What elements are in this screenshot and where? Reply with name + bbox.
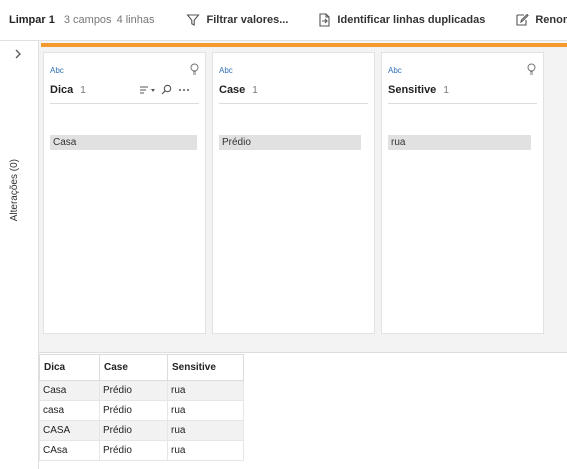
value-bar[interactable]: rua [388,135,531,150]
field-count: 1 [80,85,86,96]
chevron-right-icon[interactable] [14,49,22,59]
filter-icon [186,14,201,26]
table-row: CAsa Prédio rua [39,440,244,461]
card-divider [50,103,199,104]
table-cell[interactable]: rua [167,380,244,401]
field-name-text: Case [219,84,246,96]
step-title: Limpar 1 [9,14,55,26]
rows-count: 4 linhas [116,14,155,26]
field-header-tools [139,84,196,95]
field-name-text: Sensitive [388,84,437,96]
grid-header-row: Dica Case Sensitive [39,354,244,381]
profile-card-dica[interactable]: Abc Dica 1 Casa [43,52,206,334]
toolbar: Limpar 1 3 campos 4 linhas Filtrar valor… [0,0,567,41]
identify-duplicates-button[interactable]: Identificar linhas duplicadas [318,13,485,27]
value-bar[interactable]: Prédio [219,135,361,150]
rename-icon [516,13,530,26]
table-row: CASA Prédio rua [39,420,244,441]
table-cell[interactable]: CAsa [39,440,100,461]
value-bar[interactable]: Casa [50,135,197,150]
table-cell[interactable]: Prédio [99,380,168,401]
data-type-label[interactable]: Abc [219,66,233,75]
profile-card-case[interactable]: Abc Case 1 Prédio [212,52,375,334]
duplicate-rows-icon [319,13,330,27]
filter-values-label: Filtrar valores... [206,14,289,26]
profile-card-sensitive[interactable]: Abc Sensitive 1 rua [381,52,544,334]
sort-icon[interactable] [139,85,155,95]
card-divider [388,103,537,104]
field-count: 1 [252,85,258,96]
column-header[interactable]: Case [99,354,168,381]
clean-step-window: Limpar 1 3 campos 4 linhas Filtrar valor… [0,0,567,469]
field-name-text: Dica [50,84,74,96]
rename-fields-button[interactable]: Renomear campos [515,13,567,27]
changes-panel: Alterações (0) [0,41,39,469]
table-cell[interactable]: Casa [39,380,100,401]
recommendation-bulb-icon[interactable] [190,63,199,76]
changes-label[interactable]: Alterações (0) [9,159,20,221]
field-name[interactable]: Sensitive 1 [388,84,449,96]
table-cell[interactable]: CASA [39,420,100,441]
data-type-label[interactable]: Abc [50,66,64,75]
fields-count: 3 campos [63,14,112,26]
data-grid-pane: Dica Case Sensitive Casa Prédio rua casa… [39,352,567,469]
column-header[interactable]: Dica [39,354,100,381]
field-count: 1 [443,85,449,96]
table-cell[interactable]: Prédio [99,400,168,421]
table-cell[interactable]: casa [39,400,100,421]
table-cell[interactable]: Prédio [99,440,168,461]
table-cell[interactable]: rua [167,400,244,421]
filter-values-button[interactable]: Filtrar valores... [186,13,288,27]
identify-duplicates-label: Identificar linhas duplicadas [337,14,486,26]
field-name[interactable]: Case 1 [219,84,258,96]
table-cell[interactable]: rua [167,440,244,461]
search-icon[interactable] [161,84,172,95]
table-row: casa Prédio rua [39,400,244,421]
data-grid: Dica Case Sensitive Casa Prédio rua casa… [39,354,244,461]
rename-fields-label: Renomear campos [535,14,567,26]
table-cell[interactable]: rua [167,420,244,441]
field-name[interactable]: Dica 1 [50,84,86,96]
recommendation-bulb-icon[interactable] [527,63,536,76]
column-header[interactable]: Sensitive [167,354,244,381]
table-row: Casa Prédio rua [39,380,244,401]
card-divider [219,103,368,104]
table-cell[interactable]: Prédio [99,420,168,441]
data-type-label[interactable]: Abc [388,66,402,75]
more-options-icon[interactable] [178,88,190,92]
